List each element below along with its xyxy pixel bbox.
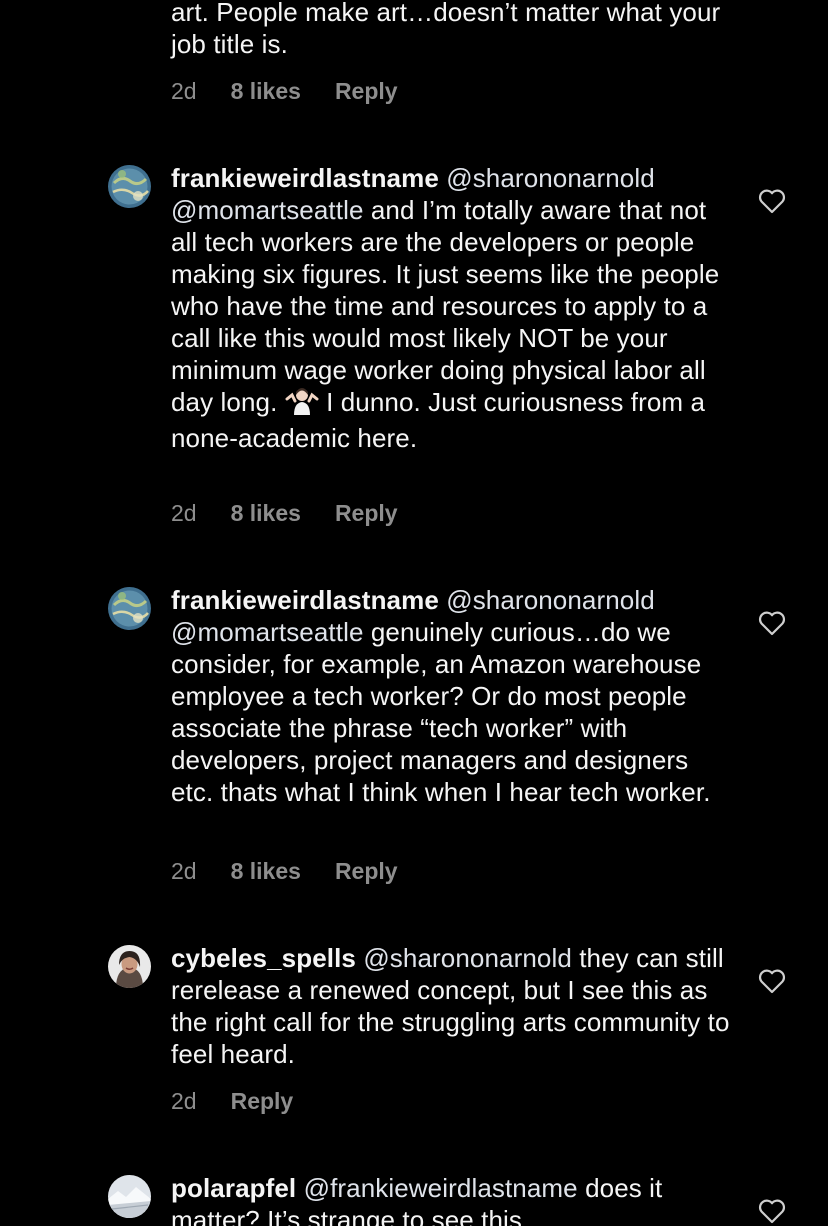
snow-landscape-avatar-icon	[108, 1175, 151, 1218]
comment-likes[interactable]: 8 likes	[231, 858, 301, 885]
comment-meta-3: 2d Reply	[171, 1086, 293, 1116]
comment-username[interactable]: cybeles_spells	[171, 943, 356, 973]
reply-button[interactable]: Reply	[335, 858, 398, 885]
comment-body: art. People make art…doesn’t matter what…	[171, 0, 721, 59]
comment-time: 2d	[171, 77, 197, 104]
mention-link[interactable]: @momartseattle	[171, 195, 364, 225]
comment-text-2: frankieweirdlastname @sharononarnold @mo…	[171, 584, 731, 808]
avatar[interactable]	[108, 165, 151, 208]
reply-button[interactable]: Reply	[335, 78, 398, 105]
comment-text-4: polarapfel @frankieweirdlastname does it…	[171, 1172, 731, 1226]
comment-username[interactable]: frankieweirdlastname	[171, 585, 439, 615]
comment-likes[interactable]: 8 likes	[231, 78, 301, 105]
reply-button[interactable]: Reply	[335, 500, 398, 527]
portrait-avatar-icon	[108, 945, 151, 988]
heart-outline-icon[interactable]	[758, 968, 786, 994]
comment-time: 2d	[171, 1087, 197, 1114]
avatar[interactable]	[108, 945, 151, 988]
heart-outline-icon[interactable]	[758, 188, 786, 214]
comment-text-1: frankieweirdlastname @sharononarnold @mo…	[171, 162, 731, 454]
comment-text-prev: art. People make art…doesn’t matter what…	[171, 0, 731, 60]
globe-avatar-icon	[108, 165, 151, 208]
comment-text-3: cybeles_spells @sharononarnold they can …	[171, 942, 731, 1070]
globe-avatar-icon	[108, 587, 151, 630]
comment-meta-2: 2d 8 likes Reply	[171, 856, 398, 886]
comment-time: 2d	[171, 857, 197, 884]
comments-screen: art. People make art…doesn’t matter what…	[0, 0, 828, 1226]
comment-username[interactable]: polarapfel	[171, 1173, 296, 1203]
heart-outline-icon[interactable]	[758, 610, 786, 636]
comment-username[interactable]: frankieweirdlastname	[171, 163, 439, 193]
heart-outline-icon[interactable]	[758, 1198, 786, 1224]
comment-body: and I’m totally aware that not all tech …	[171, 195, 720, 417]
mention-link[interactable]: @sharononarnold	[446, 163, 655, 193]
comment-likes[interactable]: 8 likes	[231, 500, 301, 527]
comment-meta-prev: 2d 8 likes Reply	[171, 76, 398, 106]
person-shrugging-emoji-icon	[285, 387, 319, 422]
mention-link[interactable]: @sharononarnold	[446, 585, 655, 615]
mention-link[interactable]: @frankieweirdlastname	[304, 1173, 578, 1203]
mention-link[interactable]: @momartseattle	[171, 617, 364, 647]
reply-button[interactable]: Reply	[231, 1088, 294, 1115]
avatar[interactable]	[108, 1175, 151, 1218]
avatar[interactable]	[108, 587, 151, 630]
comment-time: 2d	[171, 499, 197, 526]
comment-meta-1: 2d 8 likes Reply	[171, 498, 398, 528]
mention-link[interactable]: @sharononarnold	[363, 943, 572, 973]
